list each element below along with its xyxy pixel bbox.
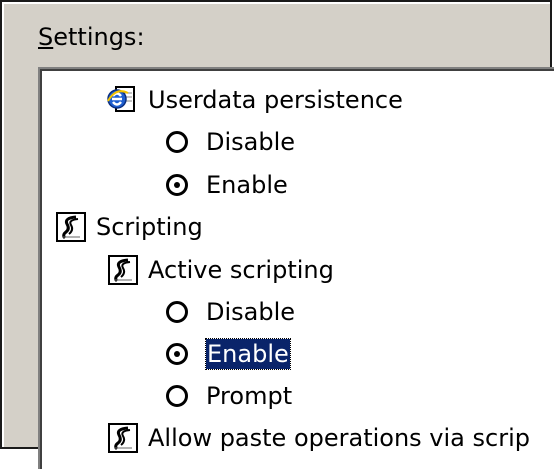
script-page-icon [108, 423, 138, 453]
settings-tree[interactable]: Userdata persistence Disable Enable Scri… [38, 67, 554, 469]
tree-item-label: Scripting [96, 213, 203, 241]
radio-label: Disable [206, 298, 296, 326]
ie-e-icon [107, 86, 135, 112]
dialog-panel: Settings: Userdata persistence Disable E… [4, 4, 554, 469]
radio-userdata-disable[interactable]: Disable [166, 121, 295, 163]
tree-item-active-scripting[interactable]: Active scripting [106, 249, 334, 291]
radio-button[interactable] [166, 385, 188, 407]
script-page-icon [56, 212, 86, 242]
settings-label-text: ettings: [53, 23, 145, 51]
radio-label-selected: Enable [205, 338, 291, 370]
settings-frame: Settings: Userdata persistence Disable E… [0, 0, 554, 469]
script-page-icon [108, 255, 138, 285]
radio-button[interactable] [166, 301, 188, 323]
tree-item-label: Userdata persistence [148, 86, 403, 114]
tree-item-userdata-persistence[interactable]: Userdata persistence [106, 79, 403, 121]
tree-item-label: Allow paste operations via scrip [148, 424, 530, 452]
radio-label: Prompt [206, 382, 293, 410]
radio-button[interactable] [166, 131, 188, 153]
tree-item-scripting[interactable]: Scripting [54, 206, 203, 248]
tree-item-label: Active scripting [148, 256, 334, 284]
radio-active-scripting-prompt[interactable]: Prompt [166, 375, 292, 417]
radio-label: Disable [206, 128, 296, 156]
radio-button-checked[interactable] [166, 174, 188, 196]
tree-item-allow-paste[interactable]: Allow paste operations via scrip [106, 417, 530, 459]
settings-accelerator: S [38, 23, 54, 51]
settings-label: Settings: [38, 22, 145, 52]
radio-label: Enable [206, 171, 288, 199]
radio-active-scripting-disable[interactable]: Disable [166, 291, 295, 333]
radio-button-checked[interactable] [166, 343, 188, 365]
radio-userdata-enable[interactable]: Enable [166, 164, 288, 206]
radio-active-scripting-enable[interactable]: Enable [166, 333, 291, 375]
